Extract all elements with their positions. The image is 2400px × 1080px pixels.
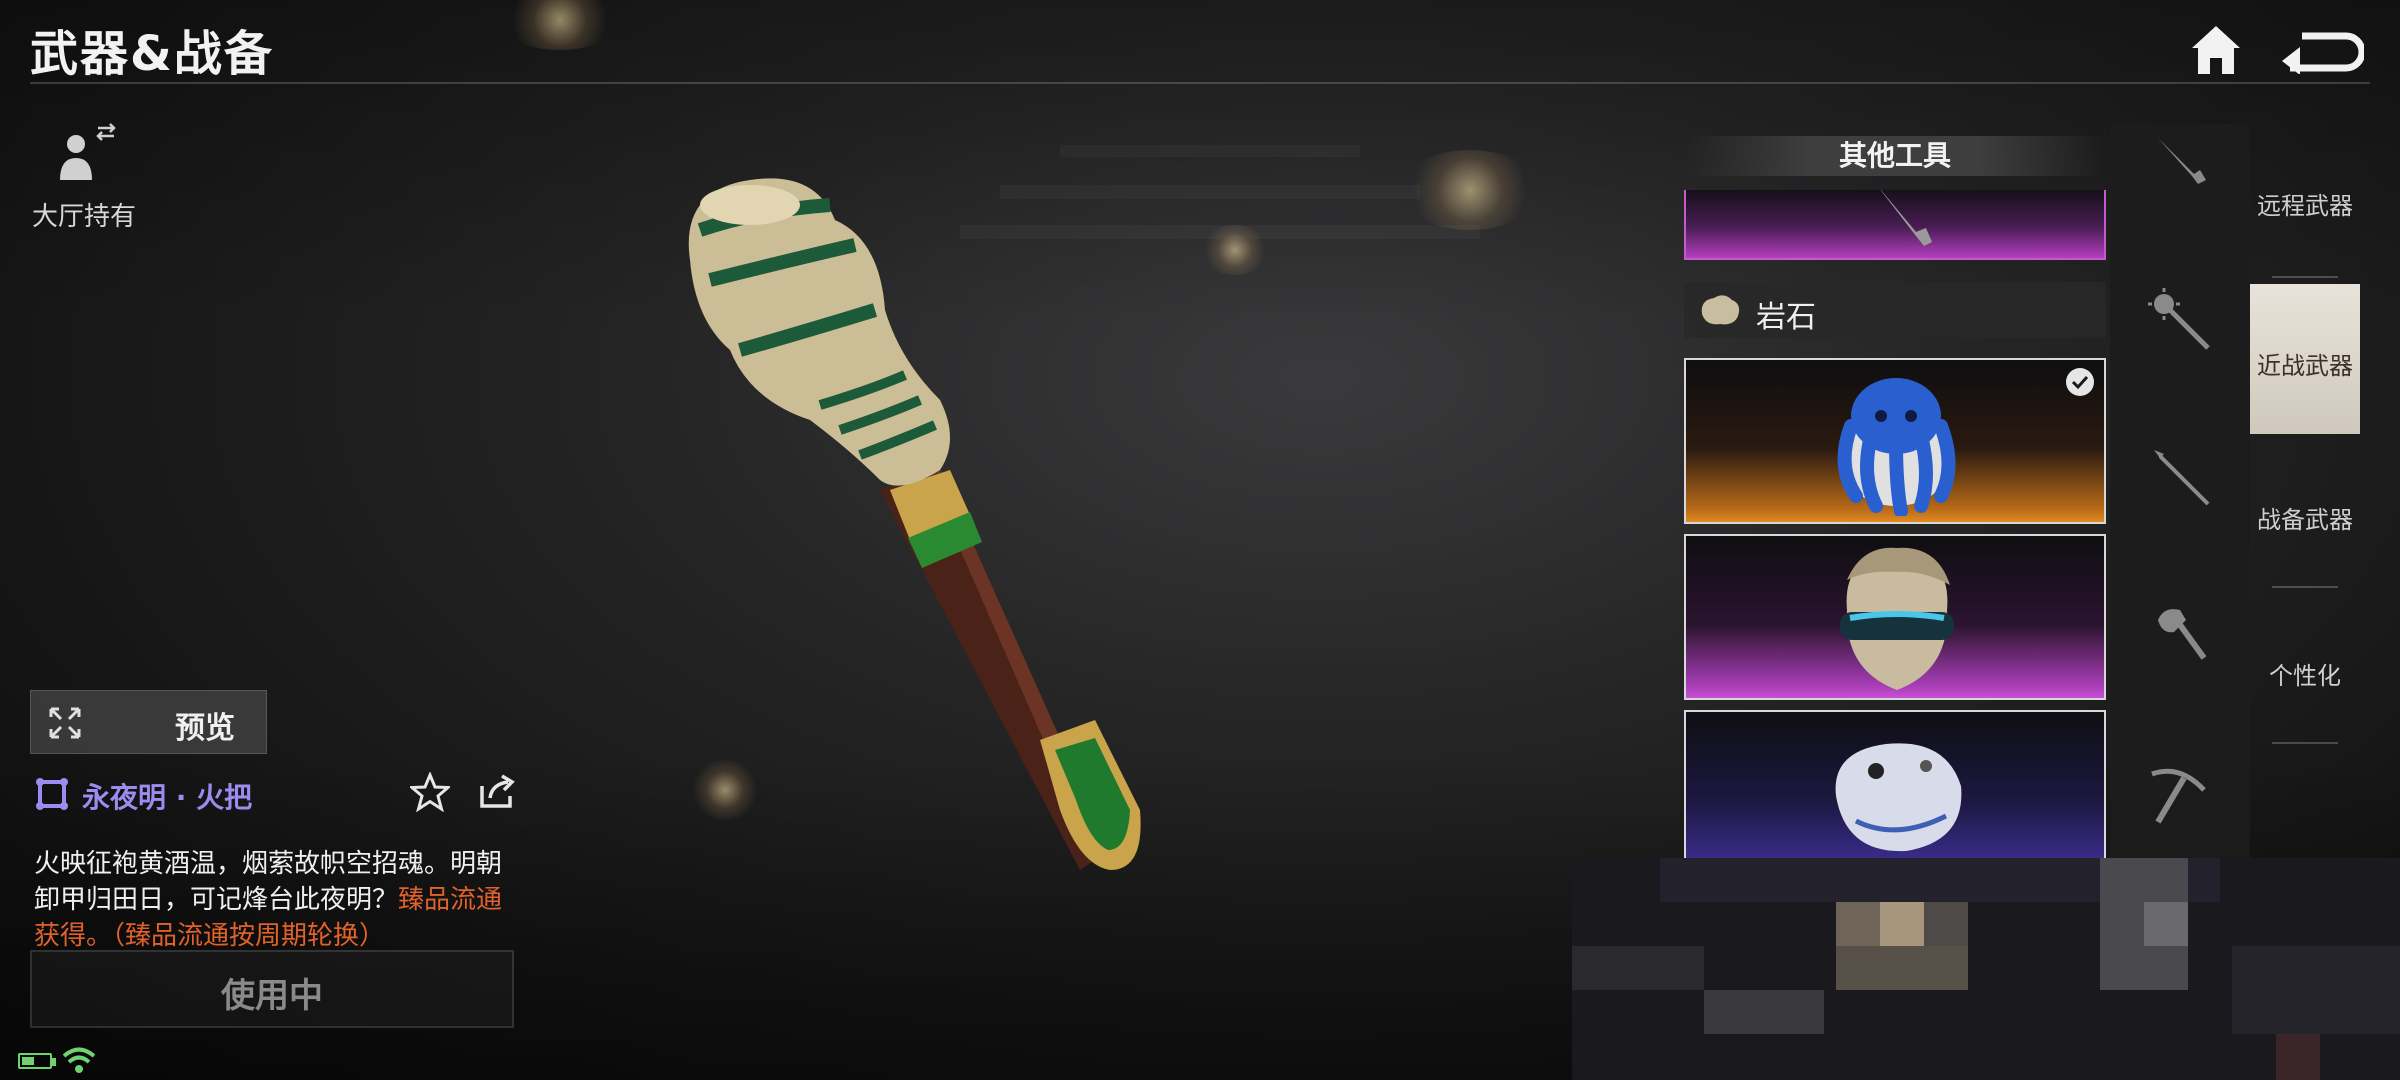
rarity-badge-icon	[36, 778, 68, 810]
preview-label: 预览	[175, 711, 235, 746]
item-description: 火映征袍黄酒温，烟萦故帜空招魂。明朝卸甲归田日，可记烽台此夜明？臻品流通获得。（…	[34, 846, 514, 954]
hall-hold-toggle[interactable]: 大厅持有	[30, 120, 150, 232]
tab-melee-weapons[interactable]: 近战武器	[2250, 284, 2360, 434]
ceiling-light	[1400, 150, 1540, 230]
octopus-rock-icon	[1837, 378, 1956, 516]
snowball-rock-icon	[1835, 743, 1962, 852]
share-icon[interactable]	[478, 774, 516, 810]
tab-divider	[2272, 742, 2338, 744]
tab-personalization[interactable]: 个性化	[2250, 656, 2360, 691]
home-button[interactable]	[2188, 22, 2244, 78]
item-name: 永夜明 · 火把	[82, 781, 253, 814]
back-icon	[2282, 32, 2366, 75]
star-icon[interactable]	[410, 772, 450, 812]
item-card-goggle-head-rock[interactable]	[1684, 534, 2106, 700]
in-use-label: 使用中	[221, 976, 323, 1016]
back-button[interactable]	[2280, 28, 2366, 75]
list-title: 其他工具	[1838, 139, 1951, 172]
rock-icon	[1701, 295, 1740, 325]
tab-ranged-weapons[interactable]: 远程武器	[2250, 186, 2360, 221]
subcategory-rock-label: 岩石	[1756, 300, 1816, 335]
axe-icon[interactable]	[2144, 600, 2216, 672]
item-name-row: 永夜明 · 火把	[30, 770, 520, 816]
person-swap-icon	[60, 123, 116, 180]
tab-divider	[2272, 276, 2338, 278]
knife-icon	[1880, 190, 1932, 246]
header-divider	[30, 82, 2370, 84]
check-icon	[2071, 375, 2089, 390]
preview-button[interactable]: 预览	[30, 690, 267, 754]
torch-weapon-model	[688, 178, 1141, 870]
home-icon	[2192, 26, 2240, 74]
battery-icon	[18, 1053, 56, 1069]
goggle-head-rock-icon	[1840, 547, 1954, 690]
mace-icon[interactable]	[2144, 284, 2216, 356]
wifi-icon	[62, 1047, 96, 1073]
hall-hold-label: 大厅持有	[32, 202, 137, 232]
spear-icon[interactable]	[2144, 440, 2216, 512]
knife-icon[interactable]	[2144, 124, 2216, 196]
item-card-octopus-rock[interactable]	[1684, 358, 2106, 524]
tab-divider	[2272, 586, 2338, 588]
equipped-check	[2066, 368, 2094, 396]
item-card-knife[interactable]	[1684, 190, 2106, 260]
subcategory-rock-header[interactable]: 岩石	[1684, 282, 2106, 338]
in-use-button[interactable]: 使用中	[30, 950, 514, 1028]
item-card-snowball-rock[interactable]	[1684, 710, 2106, 860]
page-title: 武器&战备	[30, 26, 274, 82]
expand-icon	[49, 707, 81, 739]
tab-tactical-weapons[interactable]: 战备武器	[2250, 500, 2360, 535]
pickaxe-icon[interactable]	[2144, 760, 2216, 832]
